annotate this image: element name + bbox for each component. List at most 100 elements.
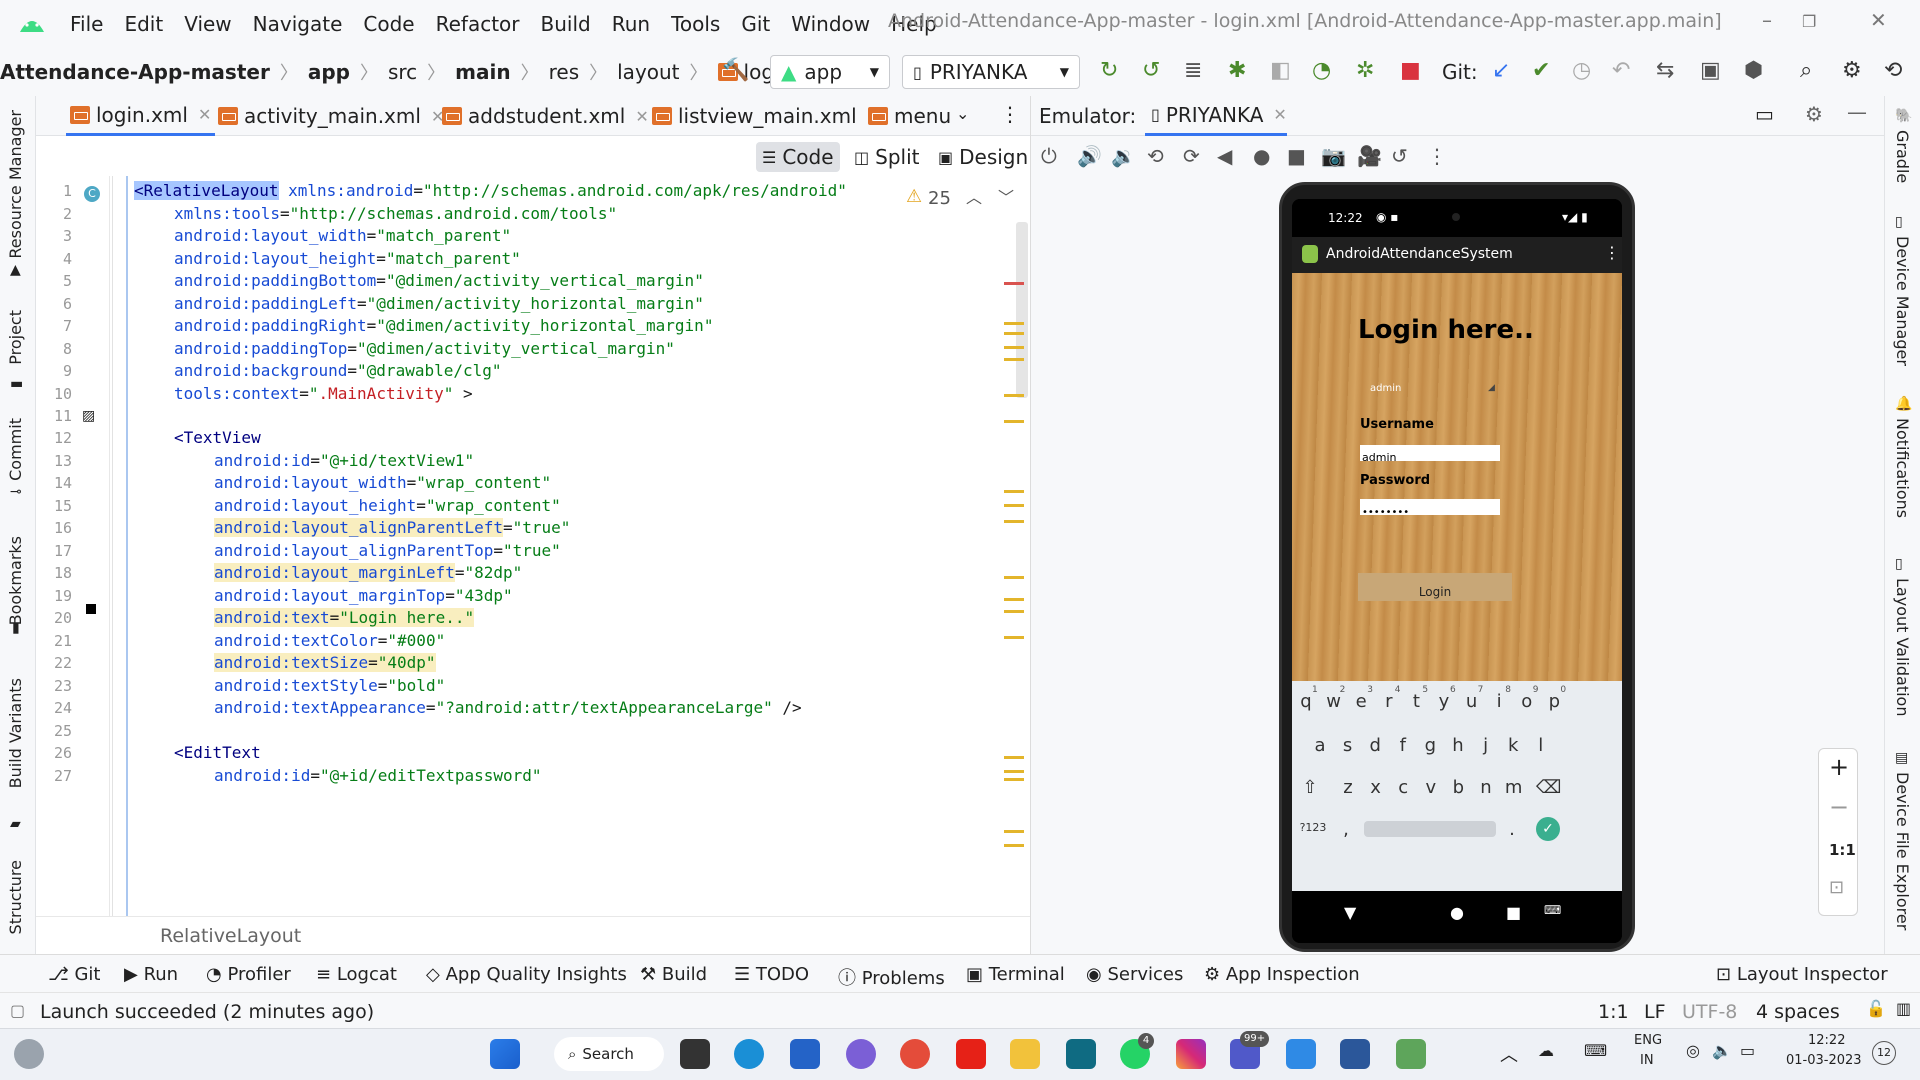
tool-notifications[interactable]: Notifications [1893,418,1912,518]
close-tab-icon[interactable]: ✕ [1273,105,1286,124]
status-message[interactable]: Launch succeeded (2 minutes ago) [40,1001,374,1023]
space-key[interactable] [1364,821,1496,837]
back-icon[interactable]: ◀ [1217,144,1232,168]
menu-file[interactable]: File [70,12,103,36]
edge-icon[interactable] [734,1039,764,1069]
menu-tools[interactable]: Tools [671,12,720,36]
caret-position[interactable]: 1:1 [1598,1001,1629,1023]
indent-setting[interactable]: 4 spaces [1756,1001,1840,1023]
crumb-res[interactable]: res [549,60,580,84]
rotate-left-icon[interactable]: ⟲ [1147,144,1164,168]
tool-bookmarks[interactable]: Bookmarks [6,536,25,625]
hide-panel-icon[interactable]: — [1847,100,1867,124]
warning-marker[interactable] [1004,420,1024,423]
profiler-icon[interactable]: ◔ [1312,58,1331,83]
menu-git[interactable]: Git [741,12,770,36]
copilot-icon[interactable] [846,1039,876,1069]
warning-marker[interactable] [1004,636,1024,639]
warning-marker[interactable] [1004,830,1024,833]
run-config-dropdown[interactable]: ▲ app ▼ [770,55,890,89]
period-key[interactable]: . [1500,819,1524,840]
login-button[interactable]: Login [1358,573,1512,601]
clock-date[interactable]: 01-03-2023 [1786,1053,1862,1068]
menu-code[interactable]: Code [363,12,414,36]
network-icon[interactable]: ◎ [1686,1041,1700,1060]
volume-up-icon[interactable]: 🔊 [1077,144,1102,168]
role-spinner[interactable]: admin [1370,383,1401,394]
debug-icon[interactable]: ✱ [1228,58,1246,83]
prev-highlight-icon[interactable]: ︿ [966,184,982,208]
snapshot-icon[interactable]: ↺ [1391,144,1408,168]
key-a[interactable]: a [1308,735,1332,756]
menu-view[interactable]: View [184,12,231,36]
line-separator[interactable]: LF [1644,1001,1666,1023]
notification-count[interactable]: 12 [1872,1041,1896,1065]
crumb-main[interactable]: main [455,60,510,84]
tool-app-quality-insights[interactable]: ◇ App Quality Insights [426,964,627,985]
key-x[interactable]: x [1364,777,1388,798]
key-n[interactable]: n [1474,777,1498,798]
device-dropdown[interactable]: ▯ PRIYANKA ▼ [902,55,1080,89]
tool-structure[interactable]: Structure [6,860,25,934]
key-h[interactable]: h [1446,735,1470,756]
language-secondary[interactable]: IN [1640,1053,1654,1068]
error-marker[interactable] [1004,282,1024,285]
tool-build-variants[interactable]: Build Variants [6,678,25,788]
apply-code-changes-icon[interactable]: ≣ [1184,58,1202,83]
nav-keyboard-icon[interactable]: ⌨ [1544,903,1561,917]
task-view-icon[interactable] [680,1039,710,1069]
crumb-app[interactable]: app [308,60,350,84]
comma-key[interactable]: , [1334,819,1358,840]
chevron-down-icon[interactable]: ⌄ [956,104,969,123]
warning-count[interactable]: 25 [928,188,951,209]
tab-login-xml[interactable]: login.xml ✕ [66,96,216,136]
app-icon[interactable] [1066,1039,1096,1069]
zoom-actual-size-button[interactable]: 1:1 [1829,841,1856,859]
volume-icon[interactable]: 🔈 [1712,1041,1732,1060]
tool-layout-inspector[interactable]: ⊡ Layout Inspector [1716,964,1888,985]
record-icon[interactable]: 🎥 [1357,144,1382,168]
tool-gradle[interactable]: Gradle [1893,130,1912,183]
editor-scrollbar[interactable] [1016,222,1028,398]
password-input[interactable]: •••••••• [1360,499,1500,518]
spinner-arrow-icon[interactable]: ◢ [1488,383,1495,393]
tool-git[interactable]: ⎇ Git [48,964,100,985]
search-box[interactable]: ⌕ Search [554,1037,664,1071]
tool-todo[interactable]: ☰ TODO [734,964,809,985]
sdk-manager-icon[interactable]: ⬢ [1744,58,1763,83]
more-vertical-icon[interactable]: ⋮ [1000,102,1020,126]
overview-icon[interactable]: ■ [1287,144,1306,168]
youtube-icon[interactable] [956,1039,986,1069]
nav-home-icon[interactable]: ● [1450,903,1464,922]
view-mode-design[interactable]: ▣ Design [932,142,1034,172]
clock-time[interactable]: 12:22 [1808,1033,1845,1048]
window-layout-icon[interactable]: ▭ [1755,102,1774,126]
tab-emulator-device[interactable]: ▯ PRIYANKA ✕ [1145,96,1287,136]
warning-marker[interactable] [1004,598,1024,601]
warning-marker[interactable] [1004,504,1024,507]
hammer-build-icon[interactable]: 🔨 [722,58,749,83]
language-primary[interactable]: ENG [1634,1033,1662,1048]
warning-marker[interactable] [1004,770,1024,773]
warning-marker[interactable] [1004,394,1024,397]
tool-device-manager[interactable]: Device Manager [1893,236,1912,366]
start-icon[interactable] [490,1039,520,1069]
history-icon[interactable]: ◷ [1572,58,1591,83]
rotate-right-icon[interactable]: ⟳ [1183,144,1200,168]
warning-marker[interactable] [1004,346,1024,349]
tool-app-inspection[interactable]: ⚙ App Inspection [1204,964,1360,985]
warning-marker[interactable] [1004,520,1024,523]
shift-key-icon[interactable]: ⇧ [1298,777,1322,798]
git-update-icon[interactable]: ↙ [1492,58,1510,83]
rollback-icon[interactable]: ↶ [1612,58,1630,83]
vscode-icon[interactable] [1286,1039,1316,1069]
enter-key-icon[interactable]: ✓ [1536,817,1560,841]
code-breadcrumb[interactable]: RelativeLayout [160,925,301,947]
memory-indicator-icon[interactable]: ▥ [1896,999,1911,1018]
key-v[interactable]: v [1419,777,1443,798]
warning-marker[interactable] [1004,358,1024,361]
key-s[interactable]: s [1336,735,1360,756]
warning-marker[interactable] [1004,576,1024,579]
tab-addstudent-xml[interactable]: addstudent.xml ✕ [438,96,653,136]
git-commit-icon[interactable]: ✔ [1532,58,1550,83]
